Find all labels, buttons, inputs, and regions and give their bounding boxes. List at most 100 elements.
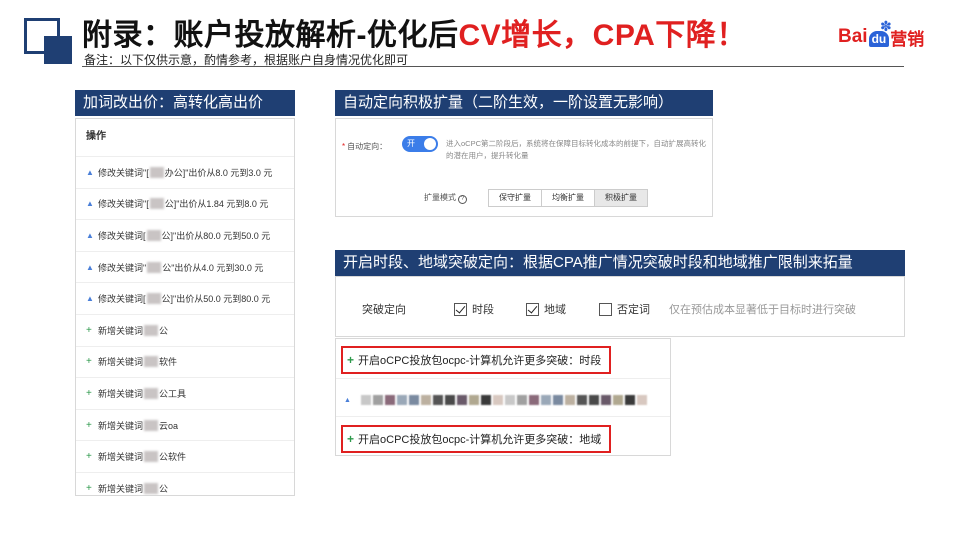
section-heading-auto-targeting: 自动定向积极扩量（二阶生效，一阶设置无影响） — [335, 90, 713, 116]
operation-text-prefix: 修改关键词"[ — [98, 167, 149, 178]
redacted-keyword — [144, 324, 159, 336]
mode-balanced-button[interactable]: 均衡扩量 — [541, 189, 595, 207]
option-negative-words-checkbox[interactable]: 否定词 — [599, 301, 650, 317]
redacted-keyword — [146, 293, 161, 305]
redaction-pixel — [588, 395, 599, 405]
plus-icon: + — [86, 324, 92, 336]
checkbox-checked-icon — [454, 302, 467, 316]
redaction-pixel — [480, 395, 491, 405]
operation-column-header: 操作 — [76, 119, 294, 157]
redacted-keyword — [149, 198, 164, 210]
operation-text-suffix: 公 — [159, 325, 169, 336]
baidu-marketing-logo: Bai ✽ du 营销 — [838, 18, 925, 52]
plus-icon: + — [347, 432, 355, 446]
redacted-keyword — [144, 387, 159, 399]
operation-text-prefix: 新增关键词 — [98, 420, 144, 431]
auto-targeting-label: * 自动定向： — [342, 142, 388, 151]
mode-conservative-button[interactable]: 保守扩量 — [488, 189, 542, 207]
header-divider — [82, 66, 904, 67]
redaction-pixel — [612, 395, 623, 405]
redaction-pixel — [624, 395, 635, 405]
checkbox-unchecked-icon — [599, 302, 612, 316]
log-entry-region: + 开启oCPC投放包ocpc-计算机允许更多突破：地域 — [341, 425, 612, 453]
redaction-pixel — [408, 395, 419, 405]
redaction-pixel — [552, 395, 563, 405]
mode-aggressive-button[interactable]: 积极扩量 — [594, 189, 648, 207]
page-title-highlight: CV增长，CPA下降！ — [458, 19, 747, 52]
logo-text-yingxiao: 营销 — [890, 29, 925, 49]
triangle-icon: ▲ — [344, 396, 351, 404]
auto-targeting-description: 进入oCPC第二阶段后，系统将在保障目标转化成本的前提下，自动扩展高转化的潜在用… — [446, 139, 707, 160]
operation-text-prefix: 新增关键词 — [98, 452, 144, 463]
triangle-icon: ▲ — [86, 262, 94, 272]
breakthrough-targeting-panel: 突破定向 时段 地域 否定词 仅在预估成本显著低于目标时进行突破 — [335, 276, 905, 337]
operation-row-add: + 新增关键词 公 — [76, 473, 294, 495]
redaction-pixel — [516, 395, 527, 405]
redaction-pixel — [492, 395, 503, 405]
operation-text-suffix: 公]"出价从50.0 元到80.0 元 — [161, 294, 271, 305]
slide: 附录：账户投放解析-优化后CV增长，CPA下降！ 备注：以下仅供示意，酌情参考，… — [0, 0, 960, 540]
page-title-main: 附录：账户投放解析-优化后 — [82, 19, 459, 52]
operation-row-add: + 新增关键词 云oa — [76, 410, 294, 442]
redacted-keyword — [144, 419, 159, 431]
operation-row-modify: ▲ 修改关键词" 公"出价从4.0 元到30.0 元 — [76, 252, 294, 284]
checkbox-checked-icon — [526, 302, 539, 316]
plus-icon: + — [86, 419, 92, 431]
redaction-pixel — [360, 395, 371, 405]
header-decoration-block — [44, 36, 72, 64]
plus-icon: + — [86, 356, 92, 368]
operation-text-suffix: 办公]"出价从8.0 元到3.0 元 — [164, 167, 273, 178]
redaction-pixel — [576, 395, 587, 405]
operation-text-prefix: 新增关键词 — [98, 388, 144, 399]
redaction-pixel — [396, 395, 407, 405]
redacted-keyword — [147, 261, 162, 273]
redaction-pixel — [420, 395, 431, 405]
logo-text-du: du — [868, 31, 890, 47]
breakthrough-note: 仅在预估成本显著低于目标时进行突破 — [669, 304, 856, 316]
operation-text-prefix: 修改关键词[ — [98, 230, 146, 241]
operation-row-modify: ▲ 修改关键词"[公]"出价从1.84 元到8.0 元 — [76, 189, 294, 221]
plus-icon: + — [86, 451, 92, 463]
section-heading-keywords: 加词改出价：高转化高出价 — [75, 90, 295, 116]
help-icon[interactable]: ? — [458, 195, 467, 204]
operation-log-panel: 操作 ▲ 修改关键词"[ 办公]"出价从8.0 元到3.0 元 ▲ 修改关键词"[ 公]"… — [75, 118, 295, 496]
redaction-pixel — [504, 395, 515, 405]
triangle-icon: ▲ — [86, 167, 94, 177]
redacted-keyword — [144, 356, 159, 368]
operation-text-suffix: 公软件 — [159, 452, 187, 463]
redacted-keyword — [149, 166, 164, 178]
operation-text-suffix: 公]"出价从1.84 元到8.0 元 — [164, 199, 269, 210]
expansion-mode-label: 扩量模式? — [424, 192, 467, 204]
redaction-pixel — [540, 395, 551, 405]
operation-list: ▲ 修改关键词"[ 办公]"出价从8.0 元到3.0 元 ▲ 修改关键词"[ 公]"出价从… — [76, 157, 294, 495]
redaction-pixel — [372, 395, 383, 405]
operation-text-suffix: 公 — [159, 483, 169, 494]
redaction-pixel — [600, 395, 611, 405]
operation-row-add: + 新增关键词 软件 — [76, 347, 294, 379]
auto-targeting-panel: * 自动定向： 开 进入oCPC第二阶段后，系统将在保障目标转化成本的前提下，自动… — [335, 118, 713, 217]
redaction-pixel — [384, 395, 395, 405]
redaction-pixel — [564, 395, 575, 405]
operation-text-suffix: 公工具 — [159, 388, 187, 399]
option-region-checkbox[interactable]: 地域 — [526, 301, 566, 317]
redaction-pixel — [432, 395, 443, 405]
operation-text-suffix: 公"出价从4.0 元到30.0 元 — [162, 262, 264, 273]
plus-icon: + — [347, 353, 355, 367]
operation-text-prefix: 修改关键词[ — [98, 294, 146, 305]
redaction-pixel — [468, 395, 479, 405]
log-entry-timeslot: + 开启oCPC投放包ocpc-计算机允许更多突破：时段 — [341, 346, 612, 374]
operation-text-prefix: 修改关键词"[ — [98, 199, 149, 210]
operation-text-suffix: 云oa — [159, 420, 179, 431]
auto-targeting-toggle[interactable]: 开 — [402, 136, 438, 152]
breakthrough-label: 突破定向 — [362, 304, 406, 316]
redaction-pixel — [456, 395, 467, 405]
option-timeslot-checkbox[interactable]: 时段 — [454, 301, 494, 317]
redacted-keyword — [144, 451, 159, 463]
operation-row-modify: ▲ 修改关键词[公]"出价从80.0 元到50.0 元 — [76, 220, 294, 252]
operation-row-add: + 新增关键词 公软件 — [76, 441, 294, 473]
operation-row-modify: ▲ 修改关键词[公]"出价从50.0 元到80.0 元 — [76, 283, 294, 315]
operation-row-add: + 新增关键词 公 — [76, 315, 294, 347]
operation-text-prefix: 新增关键词 — [98, 483, 144, 494]
page-title: 附录：账户投放解析-优化后CV增长，CPA下降！ — [82, 10, 747, 54]
logo-text-bai: Bai — [838, 26, 868, 47]
